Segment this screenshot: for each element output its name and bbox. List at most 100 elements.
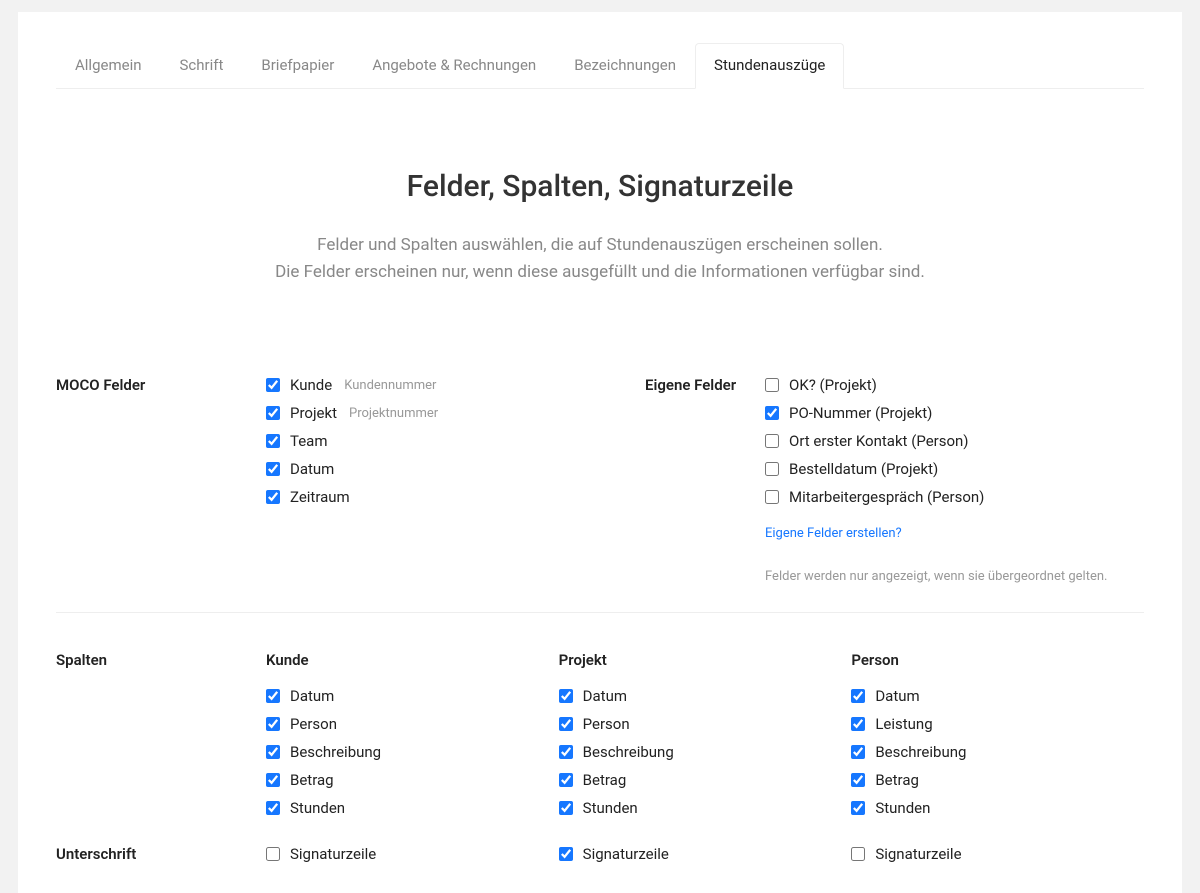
- checkbox[interactable]: [559, 689, 573, 703]
- tabs-bar: Allgemein Schrift Briefpapier Angebote &…: [56, 12, 1144, 89]
- checkbox-mitarbeitergespraech[interactable]: [765, 490, 779, 504]
- checkbox[interactable]: [559, 717, 573, 731]
- desc-line-1: Felder und Spalten auswählen, die auf St…: [56, 232, 1144, 259]
- checkbox[interactable]: [851, 773, 865, 787]
- field-mitarbeitergespraech[interactable]: Mitarbeitergespräch (Person): [765, 488, 1144, 506]
- col-kunde-beschreibung[interactable]: Beschreibung: [266, 743, 559, 761]
- section-header: Felder, Spalten, Signaturzeile Felder un…: [56, 169, 1144, 286]
- checkbox[interactable]: [851, 801, 865, 815]
- column-title: Person: [851, 651, 1144, 669]
- checkbox-ort-kontakt[interactable]: [765, 434, 779, 448]
- checkbox-zeitraum[interactable]: [266, 490, 280, 504]
- col-person-stunden[interactable]: Stunden: [851, 799, 1144, 817]
- field-label: Kunde: [290, 376, 332, 394]
- checkbox-projekt[interactable]: [266, 406, 280, 420]
- signature-person[interactable]: Signaturzeile: [851, 845, 1144, 863]
- field-ort-kontakt[interactable]: Ort erster Kontakt (Person): [765, 432, 1144, 450]
- checkbox[interactable]: [851, 689, 865, 703]
- field-label: Leistung: [875, 715, 932, 733]
- columns-label: Spalten: [56, 651, 266, 669]
- field-po-nummer[interactable]: PO-Nummer (Projekt): [765, 404, 1144, 422]
- own-fields-label: Eigene Felder: [645, 376, 765, 394]
- checkbox[interactable]: [266, 847, 280, 861]
- field-label: Datum: [583, 687, 627, 705]
- checkbox[interactable]: [266, 717, 280, 731]
- checkbox[interactable]: [851, 717, 865, 731]
- col-kunde-betrag[interactable]: Betrag: [266, 771, 559, 789]
- field-label: Beschreibung: [583, 743, 674, 761]
- field-label: Signaturzeile: [875, 845, 961, 863]
- col-person-betrag[interactable]: Betrag: [851, 771, 1144, 789]
- col-person-beschreibung[interactable]: Beschreibung: [851, 743, 1144, 761]
- field-label: Beschreibung: [290, 743, 381, 761]
- tab-schrift[interactable]: Schrift: [161, 43, 243, 89]
- desc-line-2: Die Felder erscheinen nur, wenn diese au…: [56, 259, 1144, 286]
- col-projekt-betrag[interactable]: Betrag: [559, 771, 852, 789]
- signature-projekt[interactable]: Signaturzeile: [559, 845, 852, 863]
- field-label: Stunden: [583, 799, 638, 817]
- field-label: Person: [583, 715, 630, 733]
- col-projekt-person[interactable]: Person: [559, 715, 852, 733]
- tab-bezeichnungen[interactable]: Bezeichnungen: [555, 43, 695, 89]
- col-projekt-datum[interactable]: Datum: [559, 687, 852, 705]
- checkbox-kunde[interactable]: [266, 378, 280, 392]
- checkbox-datum[interactable]: [266, 462, 280, 476]
- signature-kunde[interactable]: Signaturzeile: [266, 845, 559, 863]
- column-group-kunde: Kunde Datum Person Beschreibung Betrag S…: [266, 651, 559, 817]
- field-projekt[interactable]: Projekt Projektnummer: [266, 404, 645, 422]
- field-label: Stunden: [290, 799, 345, 817]
- field-ok-projekt[interactable]: OK? (Projekt): [765, 376, 1144, 394]
- signature-row: Unterschrift Signaturzeile Signaturzeile…: [56, 845, 1144, 863]
- col-kunde-datum[interactable]: Datum: [266, 687, 559, 705]
- fields-area: MOCO Felder Kunde Kundennummer Projekt P…: [56, 376, 1144, 584]
- field-bestelldatum[interactable]: Bestelldatum (Projekt): [765, 460, 1144, 478]
- field-label: Datum: [875, 687, 919, 705]
- field-sublabel: Projektnummer: [349, 406, 438, 421]
- field-label: Betrag: [875, 771, 919, 789]
- checkbox[interactable]: [851, 745, 865, 759]
- field-label: Zeitraum: [290, 488, 350, 506]
- field-team[interactable]: Team: [266, 432, 645, 450]
- field-label: PO-Nummer (Projekt): [789, 404, 932, 422]
- field-zeitraum[interactable]: Zeitraum: [266, 488, 645, 506]
- signature-label: Unterschrift: [56, 845, 266, 863]
- checkbox[interactable]: [851, 847, 865, 861]
- field-label: OK? (Projekt): [789, 376, 877, 394]
- checkbox[interactable]: [559, 847, 573, 861]
- field-label: Ort erster Kontakt (Person): [789, 432, 969, 450]
- field-label: Datum: [290, 687, 334, 705]
- moco-fields-list: Kunde Kundennummer Projekt Projektnummer…: [266, 376, 645, 506]
- checkbox-bestelldatum[interactable]: [765, 462, 779, 476]
- create-own-fields-link[interactable]: Eigene Felder erstellen?: [765, 526, 1144, 541]
- field-datum[interactable]: Datum: [266, 460, 645, 478]
- checkbox[interactable]: [266, 801, 280, 815]
- col-person-datum[interactable]: Datum: [851, 687, 1144, 705]
- columns-area: Spalten Kunde Datum Person Beschreibung …: [56, 651, 1144, 817]
- checkbox[interactable]: [559, 801, 573, 815]
- field-kunde[interactable]: Kunde Kundennummer: [266, 376, 645, 394]
- field-label: Team: [290, 432, 328, 450]
- checkbox[interactable]: [266, 689, 280, 703]
- checkbox[interactable]: [559, 773, 573, 787]
- tab-angebote-rechnungen[interactable]: Angebote & Rechnungen: [353, 43, 555, 89]
- field-label: Datum: [290, 460, 334, 478]
- col-projekt-beschreibung[interactable]: Beschreibung: [559, 743, 852, 761]
- checkbox-team[interactable]: [266, 434, 280, 448]
- checkbox[interactable]: [266, 773, 280, 787]
- field-label: Signaturzeile: [290, 845, 376, 863]
- checkbox[interactable]: [559, 745, 573, 759]
- checkbox[interactable]: [266, 745, 280, 759]
- col-person-leistung[interactable]: Leistung: [851, 715, 1144, 733]
- col-projekt-stunden[interactable]: Stunden: [559, 799, 852, 817]
- col-kunde-stunden[interactable]: Stunden: [266, 799, 559, 817]
- field-label: Person: [290, 715, 337, 733]
- checkbox-po-nummer[interactable]: [765, 406, 779, 420]
- tab-briefpapier[interactable]: Briefpapier: [242, 43, 353, 89]
- col-kunde-person[interactable]: Person: [266, 715, 559, 733]
- tab-stundenauszuege[interactable]: Stundenauszüge: [695, 43, 844, 89]
- checkbox-ok-projekt[interactable]: [765, 378, 779, 392]
- page-title: Felder, Spalten, Signaturzeile: [56, 169, 1144, 204]
- settings-panel: Allgemein Schrift Briefpapier Angebote &…: [18, 12, 1182, 893]
- tab-allgemein[interactable]: Allgemein: [56, 43, 161, 89]
- column-title: Projekt: [559, 651, 852, 669]
